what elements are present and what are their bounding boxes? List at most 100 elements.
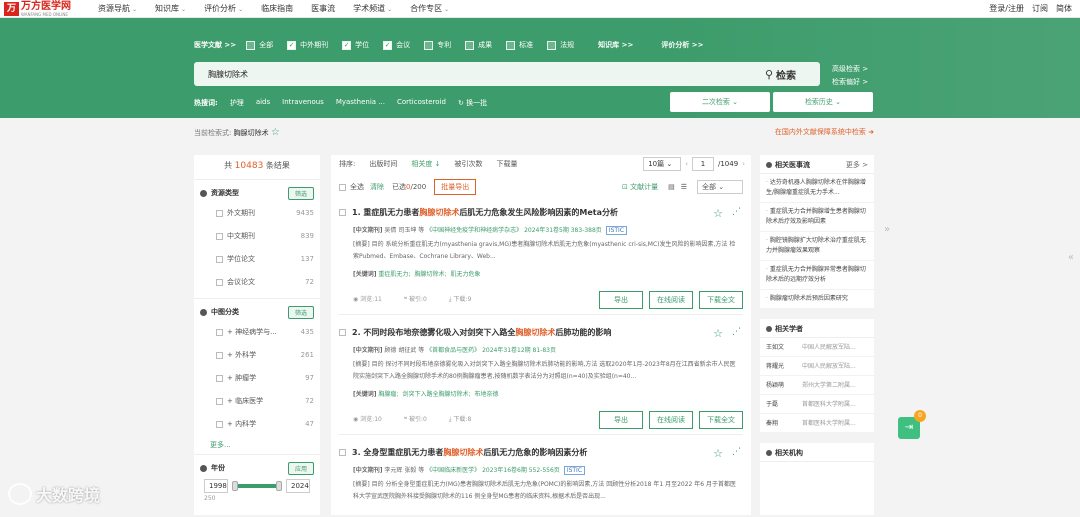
- year-slider[interactable]: [232, 481, 282, 491]
- slider-handle[interactable]: [276, 481, 282, 491]
- minus-circle-icon[interactable]: [200, 189, 207, 197]
- nav-item-academic[interactable]: 学术频道 ⌄: [353, 0, 392, 18]
- year-from-input[interactable]: 1998: [204, 479, 228, 493]
- read-online-button[interactable]: 在线阅读: [649, 291, 693, 309]
- facet-item[interactable]: + 肿瘤学 97: [200, 367, 314, 390]
- hot-word[interactable]: 护理: [230, 98, 244, 108]
- clear-selection[interactable]: 清除: [370, 182, 384, 192]
- search-button[interactable]: ⚲ 检索: [765, 67, 796, 82]
- checkbox-checked[interactable]: ✓: [342, 40, 352, 50]
- doc-metrics-link[interactable]: ⊡ 文献计量: [622, 182, 658, 192]
- secondary-search-button[interactable]: 二次检索 ⌄: [670, 92, 770, 112]
- export-button[interactable]: 导出: [599, 411, 643, 429]
- sort-by-date[interactable]: 出版时间: [369, 159, 397, 169]
- facet-item[interactable]: 外文期刊 9435: [200, 202, 314, 225]
- next-page-icon[interactable]: ›: [742, 160, 745, 168]
- filter-standard[interactable]: 标准: [506, 40, 533, 50]
- slider-handle[interactable]: [232, 481, 238, 491]
- checkbox-checked[interactable]: ✓: [287, 40, 297, 50]
- article-title[interactable]: 3. 全身型重症肌无力患者 胸腺切除术 后肌无力危象的影响因素分析: [339, 447, 587, 458]
- checkbox[interactable]: [339, 329, 346, 336]
- related-news-item[interactable]: 重症肌无力合并胸腺增生患者胸腺切除术后疗效及影响因素: [760, 203, 874, 232]
- type-filter-select[interactable]: 全部 ⌄: [697, 180, 743, 194]
- checkbox[interactable]: [216, 374, 223, 382]
- subscribe-link[interactable]: 订阅: [1032, 0, 1048, 17]
- related-news-item[interactable]: 胸腔镜胸腺扩大切除术治疗重症肌无力并胸腺瘤效果观察: [760, 232, 874, 261]
- refresh-hot-words[interactable]: ↻ 换一批: [458, 98, 487, 108]
- hot-word[interactable]: Myasthenia ...: [336, 98, 385, 108]
- facet-item[interactable]: + 外科学 261: [200, 344, 314, 367]
- nav-item-resources[interactable]: 资源导航 ⌄: [98, 0, 137, 18]
- facet-item[interactable]: 中文期刊 839: [200, 225, 314, 248]
- checkbox[interactable]: [216, 328, 223, 336]
- search-input[interactable]: 胸腺切除术: [208, 69, 248, 80]
- related-news-item[interactable]: 胸腺瘤切除术后预后因素研究: [760, 290, 874, 309]
- checkbox[interactable]: [339, 209, 346, 216]
- login-register-link[interactable]: 登录/注册: [989, 0, 1024, 17]
- star-icon[interactable]: ☆: [713, 327, 723, 340]
- scholar-row[interactable]: 蒋耀光 中国人民解放军陆...: [760, 357, 874, 376]
- checkbox[interactable]: [339, 449, 346, 456]
- star-icon[interactable]: ☆: [271, 127, 280, 138]
- checkbox[interactable]: [506, 40, 516, 50]
- sort-by-relevance[interactable]: 相关度 ↓: [411, 159, 440, 169]
- filter-achievement[interactable]: 成果: [465, 40, 492, 50]
- checkbox[interactable]: [216, 255, 223, 263]
- advanced-search-link[interactable]: 高级检索 >: [832, 64, 868, 74]
- list-view-icon[interactable]: ▤: [668, 183, 675, 191]
- checkbox[interactable]: [424, 40, 434, 50]
- page-number-input[interactable]: 1: [692, 157, 714, 171]
- related-news-item[interactable]: 达芬奇机器人胸腺切除术在伴胸腺增生/胸腺瘤重症肌无力手术...: [760, 174, 874, 203]
- collapse-right-icon[interactable]: »: [884, 224, 890, 235]
- more-link[interactable]: 更多 >: [846, 160, 868, 170]
- scholar-row[interactable]: 于磊 首都医科大学附属...: [760, 395, 874, 414]
- filter-regulation[interactable]: 法规: [547, 40, 574, 50]
- evaluation-link[interactable]: 评价分析 >>: [661, 40, 703, 50]
- year-to-input[interactable]: 2024: [286, 479, 310, 493]
- facet-item[interactable]: 会议论文 72: [200, 271, 314, 294]
- external-search-link[interactable]: 在国内外文献保障系统中检索 ➜: [775, 127, 874, 137]
- filter-conference[interactable]: ✓ 会议: [383, 40, 410, 50]
- sort-by-downloads[interactable]: 下载量: [496, 159, 517, 169]
- download-fulltext-button[interactable]: 下载全文: [699, 411, 743, 429]
- nav-item-evaluation[interactable]: 评价分析 ⌄: [204, 0, 243, 18]
- expand-left-icon[interactable]: «: [1068, 252, 1074, 263]
- wanfang-logo[interactable]: 万 万方医学网 WANFANG MED ONLINE: [4, 1, 84, 17]
- hot-word[interactable]: Intravenous: [282, 98, 324, 108]
- scholar-row[interactable]: 王如文 中国人民解放军陆...: [760, 338, 874, 357]
- apply-button[interactable]: 应用: [287, 461, 314, 475]
- facet-item[interactable]: 学位论文 137: [200, 248, 314, 271]
- checkbox[interactable]: [216, 351, 223, 359]
- checkbox[interactable]: [216, 278, 223, 286]
- facet-item[interactable]: + 神经病学与... 435: [200, 321, 314, 344]
- filter-journals[interactable]: ✓ 中外期刊: [287, 40, 328, 50]
- filter-all[interactable]: 全部: [246, 40, 273, 50]
- plus-icon[interactable]: +: [227, 328, 235, 336]
- article-title[interactable]: 2. 不同时段布地奈德雾化吸入对剑突下入路全 胸腺切除术 后肺功能的影响: [339, 327, 611, 338]
- export-button[interactable]: 导出: [599, 291, 643, 309]
- search-box[interactable]: 胸腺切除术 ⚲ 检索: [194, 62, 820, 86]
- nav-item-knowledge[interactable]: 知识库 ⌄: [155, 0, 186, 18]
- select-all[interactable]: 全选: [350, 182, 364, 192]
- related-news-item[interactable]: 重症肌无力合并胸腺异常患者胸腺切除术后的远期疗效分析: [760, 261, 874, 290]
- checkbox-checked[interactable]: ✓: [383, 40, 393, 50]
- filter-button[interactable]: 筛选: [287, 186, 314, 200]
- checkbox[interactable]: [216, 397, 223, 405]
- filter-title[interactable]: 医学文献 >>: [194, 40, 236, 50]
- facet-item[interactable]: + 内科学 47: [200, 413, 314, 436]
- facet-item[interactable]: + 临床医学 72: [200, 390, 314, 413]
- article-title[interactable]: 1. 重症肌无力患者 胸腺切除术 后肌无力危象发生风险影响因素的Meta分析: [339, 207, 618, 218]
- minus-circle-icon[interactable]: [200, 464, 207, 472]
- nav-item-medstream[interactable]: 医事流: [311, 0, 335, 18]
- checkbox[interactable]: [216, 232, 223, 240]
- share-icon[interactable]: ⋰: [732, 327, 741, 337]
- search-prefs-link[interactable]: 检索偏好 >: [832, 77, 868, 87]
- hot-word[interactable]: aids: [256, 98, 270, 108]
- checkbox[interactable]: [547, 40, 557, 50]
- more-link[interactable]: 更多...: [200, 436, 314, 454]
- grid-view-icon[interactable]: ☰: [681, 183, 687, 191]
- page-size-select[interactable]: 10篇 ⌄: [643, 157, 682, 171]
- checkbox[interactable]: [216, 209, 223, 217]
- scholar-row[interactable]: 杨颖萌 郑州大学第二附属...: [760, 376, 874, 395]
- minus-circle-icon[interactable]: [200, 308, 207, 316]
